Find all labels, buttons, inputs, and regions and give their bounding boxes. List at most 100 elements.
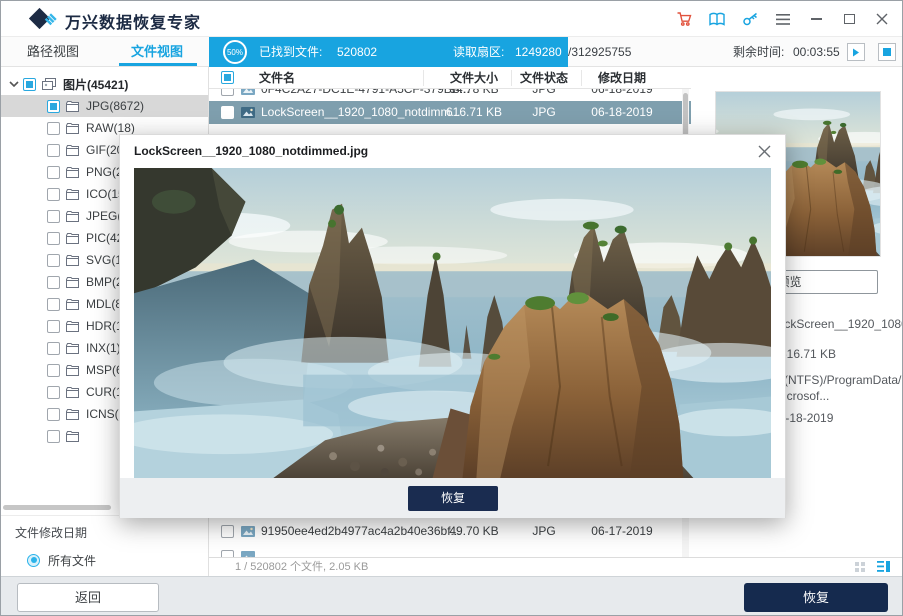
file-row[interactable]: 91950ee4ed2b4977ac4a2b40e36bf... 49.70 K…: [209, 520, 691, 543]
sidebar-horizontal-scrollbar[interactable]: [3, 505, 111, 510]
chevron-down-icon[interactable]: [9, 81, 19, 87]
checkbox-pic[interactable]: [47, 232, 60, 245]
modal-preview-image: [134, 168, 771, 478]
folder-icon: [66, 431, 79, 442]
stop-icon: [883, 48, 891, 56]
tree-label: 图片(45421): [63, 76, 128, 93]
stop-scan-button[interactable]: [878, 43, 896, 61]
resume-scan-button[interactable]: [847, 43, 865, 61]
folder-icon: [66, 255, 79, 266]
checkbox-hdr[interactable]: [47, 320, 60, 333]
tree-label: JPG(8672): [86, 99, 144, 113]
checkbox-cur[interactable]: [47, 386, 60, 399]
tree-label: RAW(18): [86, 121, 135, 135]
bottom-bar: 返回 恢复: [1, 576, 902, 616]
folder-icon: [66, 321, 79, 332]
column-date[interactable]: 修改日期: [579, 67, 665, 89]
menu-icon[interactable]: [771, 7, 795, 31]
folder-icon: [66, 167, 79, 178]
checkbox-svg[interactable]: [47, 254, 60, 267]
preview-filename: LockScreen__1920_1080: [771, 317, 903, 331]
scrollbar-thumb[interactable]: [683, 93, 688, 137]
folder-icon: [66, 101, 79, 112]
key-icon[interactable]: [738, 7, 762, 31]
radio-dot[interactable]: [27, 554, 40, 567]
preview-filesize: 616.71 KB: [780, 347, 836, 361]
checkbox-bmp[interactable]: [47, 276, 60, 289]
folder-icon: [66, 233, 79, 244]
folder-icon: [66, 299, 79, 310]
folder-icon: [66, 365, 79, 376]
time-remaining-label: 剩余时间:: [733, 37, 784, 67]
back-button[interactable]: 返回: [17, 583, 159, 612]
selection-status-text: 1 / 520802 个文件, 2.05 KB: [209, 557, 903, 576]
checkbox-png[interactable]: [47, 166, 60, 179]
folder-icon: [66, 277, 79, 288]
toolbar: 路径视图 文件视图 50% 已找到文件: 520802 读取扇区: 124928…: [1, 37, 902, 67]
maximize-icon[interactable]: [837, 7, 861, 31]
time-remaining-value: 00:03:55: [793, 37, 840, 67]
select-all-checkbox[interactable]: [221, 71, 234, 84]
tab-path-view[interactable]: 路径视图: [1, 37, 105, 67]
active-tab-underline: [119, 63, 197, 66]
column-size[interactable]: 文件大小: [431, 67, 517, 89]
checkbox-jpeg[interactable]: [47, 210, 60, 223]
app-window: 万兴数据恢复专家: [0, 0, 903, 616]
checkbox-ico[interactable]: [47, 188, 60, 201]
app-title: 万兴数据恢复专家: [65, 9, 201, 33]
row-checkbox[interactable]: [221, 89, 234, 96]
found-files-value: 520802: [337, 37, 377, 67]
play-icon: [852, 48, 860, 57]
folder-icon: [66, 211, 79, 222]
row-checkbox[interactable]: [221, 525, 234, 538]
folder-icon: [66, 189, 79, 200]
checkbox-images-root[interactable]: [23, 78, 36, 91]
date-filter-title: 文件修改日期: [15, 524, 208, 541]
column-name[interactable]: 文件名: [259, 67, 295, 89]
modal-recover-button[interactable]: 恢复: [408, 486, 498, 511]
modal-close-icon[interactable]: [755, 142, 773, 160]
close-icon[interactable]: [870, 7, 894, 31]
folder-icon: [66, 387, 79, 398]
folder-icon: [66, 409, 79, 420]
tree-item-jpg[interactable]: JPG(8672): [1, 95, 208, 117]
book-icon[interactable]: [705, 7, 729, 31]
checkbox-partial-row[interactable]: [47, 430, 60, 443]
image-file-icon: [241, 89, 255, 95]
checkbox-jpg[interactable]: [47, 100, 60, 113]
app-logo-icon: [27, 7, 61, 31]
checkbox-inx[interactable]: [47, 342, 60, 355]
sectors-label: 读取扇区:: [453, 37, 504, 67]
titlebar: 万兴数据恢复专家: [1, 1, 902, 37]
image-file-icon: [241, 107, 255, 118]
row-checkbox[interactable]: [221, 106, 234, 119]
checkbox-icns[interactable]: [47, 408, 60, 421]
checkbox-mdl[interactable]: [47, 298, 60, 311]
photos-stack-icon: [42, 78, 56, 90]
column-status[interactable]: 文件状态: [509, 67, 579, 89]
file-row-partial[interactable]: [209, 545, 691, 557]
tree-label: INX(1): [86, 341, 121, 355]
cart-icon[interactable]: [672, 7, 696, 31]
file-row-selected[interactable]: LockScreen__1920_1080_notdimm... 616.71 …: [209, 101, 691, 124]
minimize-icon[interactable]: [804, 7, 828, 31]
folder-icon: [66, 123, 79, 134]
file-row[interactable]: 0F4C2A27-DC1E-4791-A5CF-379BB... 94.78 K…: [209, 89, 691, 101]
modal-title: LockScreen__1920_1080_notdimmed.jpg: [134, 135, 368, 167]
file-list-header: 文件名 文件大小 文件状态 修改日期: [209, 67, 691, 89]
checkbox-msp[interactable]: [47, 364, 60, 377]
sectors-total-value: /312925755: [568, 37, 631, 67]
found-files-label: 已找到文件:: [259, 37, 322, 67]
row-checkbox[interactable]: [221, 550, 234, 557]
grid-view-icon[interactable]: [855, 562, 866, 572]
recover-button[interactable]: 恢复: [744, 583, 888, 612]
list-view-icon[interactable]: [877, 561, 890, 572]
scan-percent-badge: 50%: [223, 40, 247, 64]
sectors-done-value: 1249280: [515, 37, 562, 67]
tree-item-images-root[interactable]: 图片(45421): [1, 73, 208, 95]
checkbox-raw[interactable]: [47, 122, 60, 135]
preview-path-line1: (NTFS)/ProgramData/: [784, 373, 901, 387]
checkbox-gif[interactable]: [47, 144, 60, 157]
radio-all-files[interactable]: 所有文件: [27, 549, 208, 571]
preview-modal: LockScreen__1920_1080_notdimmed.jpg 恢复: [119, 134, 786, 518]
